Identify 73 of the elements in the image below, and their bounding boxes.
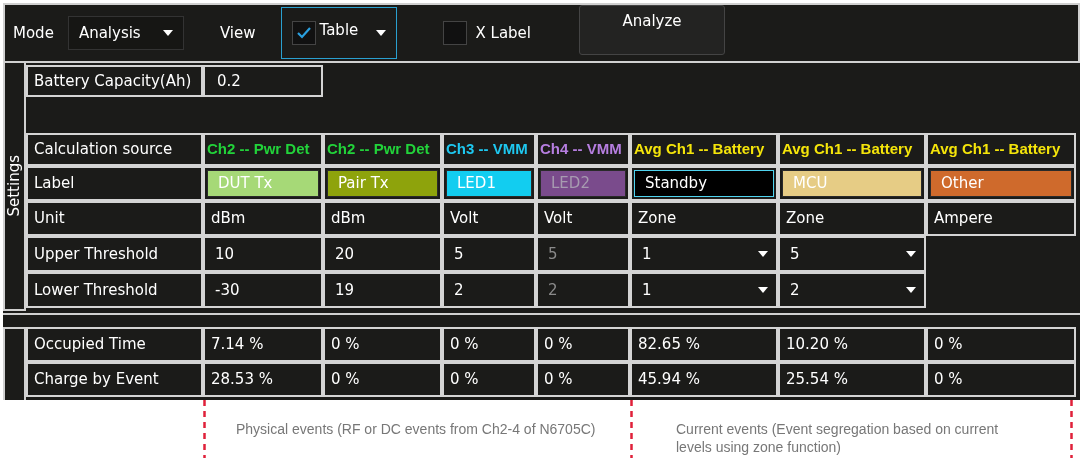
table-cell: 0 % bbox=[323, 362, 442, 397]
table-cell: Ampere bbox=[926, 201, 1076, 236]
threshold-dropdown[interactable]: 5 bbox=[778, 236, 926, 272]
view-option-label: Table bbox=[319, 19, 359, 41]
x-label-text: X Label bbox=[475, 22, 531, 44]
leader-line bbox=[203, 400, 206, 458]
table-cell: 2 bbox=[536, 272, 630, 308]
mode-dropdown[interactable]: Analysis bbox=[67, 16, 184, 50]
annotation-text: Physical events (RF or DC events from Ch2-4 of N6705C) bbox=[236, 420, 597, 439]
caret-icon bbox=[906, 251, 916, 257]
table-cell: Volt bbox=[442, 201, 536, 236]
table-cell: 45.94 % bbox=[630, 362, 778, 397]
check-icon bbox=[297, 27, 312, 39]
table-cell: 82.65 % bbox=[630, 327, 778, 362]
settings-side-label: Settings bbox=[4, 155, 25, 217]
annotation-text: Current events (Event segregation based on current levels using zone function) bbox=[676, 420, 1000, 457]
table-cell: 2 bbox=[442, 272, 536, 308]
table-cell: 20 bbox=[323, 236, 442, 272]
table-cell: 0 % bbox=[926, 362, 1076, 397]
caret-icon bbox=[376, 30, 387, 36]
x-label-checkbox[interactable] bbox=[443, 21, 468, 45]
table-cell: 10.20 % bbox=[778, 327, 926, 362]
leader-line bbox=[1070, 400, 1073, 458]
view-dropdown[interactable]: Table bbox=[281, 7, 398, 59]
mode-label: Mode bbox=[13, 22, 54, 44]
analyze-button[interactable]: Analyze bbox=[579, 5, 725, 55]
source-text: Ch2 -- Pwr Det bbox=[207, 139, 310, 160]
row-label: Calculation source bbox=[26, 133, 203, 166]
table-cell: 10 bbox=[203, 236, 323, 272]
checkbox[interactable] bbox=[292, 21, 317, 45]
label-field[interactable]: Other bbox=[930, 170, 1072, 197]
table-cell: -30 bbox=[203, 272, 323, 308]
table-cell: Zone bbox=[778, 201, 926, 236]
source-text: Avg Ch1 -- Battery bbox=[782, 139, 913, 160]
row-label: Battery Capacity(Ah) bbox=[26, 65, 203, 97]
table-cell: dBm bbox=[203, 201, 323, 236]
table-cell: Volt bbox=[536, 201, 630, 236]
row-label: Charge by Event bbox=[26, 362, 203, 397]
table-cell: 7.14 % bbox=[203, 327, 323, 362]
leader-line bbox=[630, 400, 633, 458]
table-cell: 5 bbox=[536, 236, 630, 272]
row-label: Occupied Time bbox=[26, 327, 203, 362]
caret-icon bbox=[906, 287, 916, 293]
row-label: Unit bbox=[26, 201, 203, 236]
row-label: Lower Threshold bbox=[26, 272, 203, 308]
caret-icon bbox=[758, 251, 768, 257]
table-cell: 0 % bbox=[442, 327, 536, 362]
view-label: View bbox=[219, 22, 256, 44]
caret-icon bbox=[758, 287, 768, 293]
source-text: Avg Ch1 -- Battery bbox=[634, 139, 765, 160]
caret-icon bbox=[162, 30, 173, 36]
table-cell: 25.54 % bbox=[778, 362, 926, 397]
battery-capacity-field[interactable]: 0.2 bbox=[203, 65, 323, 97]
row-label: Upper Threshold bbox=[26, 236, 203, 272]
threshold-dropdown[interactable]: 2 bbox=[778, 272, 926, 308]
table-cell: 28.53 % bbox=[203, 362, 323, 397]
table-cell: 0 % bbox=[442, 362, 536, 397]
source-text: Ch4 -- VMM bbox=[540, 139, 622, 160]
threshold-dropdown[interactable]: 1 bbox=[630, 236, 778, 272]
table-cell: 0 % bbox=[536, 327, 630, 362]
table-cell: dBm bbox=[323, 201, 442, 236]
threshold-dropdown[interactable]: 1 bbox=[630, 272, 778, 308]
source-text: Ch3 -- VMM bbox=[446, 139, 528, 160]
table-cell: 19 bbox=[323, 272, 442, 308]
source-text: Avg Ch1 -- Battery bbox=[930, 139, 1061, 160]
table-cell: 0 % bbox=[323, 327, 442, 362]
table-cell: 0 % bbox=[926, 327, 1076, 362]
table-cell: Zone bbox=[630, 201, 778, 236]
table-cell: 0 % bbox=[536, 362, 630, 397]
source-text: Ch2 -- Pwr Det bbox=[327, 139, 430, 160]
label-field[interactable]: Standby bbox=[634, 170, 774, 197]
row-label: Label bbox=[26, 166, 203, 201]
table-cell: 5 bbox=[442, 236, 536, 272]
